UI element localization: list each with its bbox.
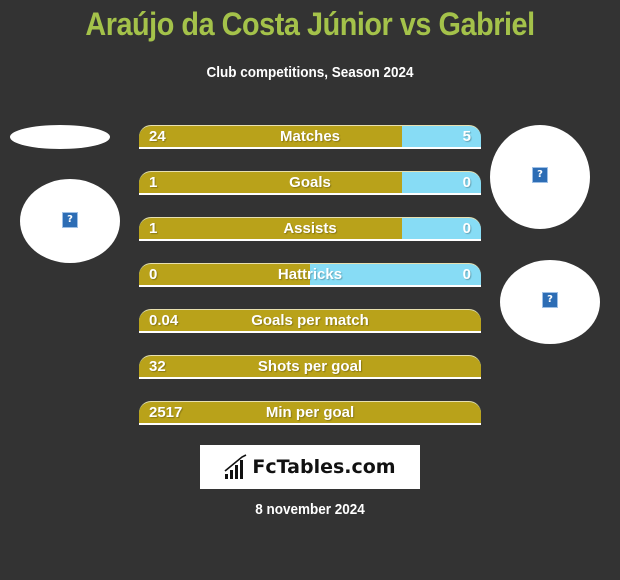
stat-label: Goals per match bbox=[251, 312, 369, 329]
report-date: 8 november 2024 bbox=[255, 501, 365, 518]
stat-row-shots-per-goal: Shots per goal 32 bbox=[139, 355, 481, 379]
stat-label: Matches bbox=[279, 128, 341, 145]
left-value: 1 bbox=[149, 174, 158, 191]
stat-row-hattricks: Hattricks 0 0 bbox=[139, 263, 481, 287]
bar-chart-icon bbox=[224, 454, 247, 479]
left-value: 24 bbox=[149, 128, 166, 145]
left-value: 0.04 bbox=[149, 312, 179, 329]
right-value: 0 bbox=[462, 220, 471, 237]
stat-row-goals-per-match: Goals per match 0.04 bbox=[139, 309, 481, 333]
right-value: 0 bbox=[462, 266, 471, 283]
broken-image-icon: ? bbox=[532, 167, 548, 183]
broken-image-icon: ? bbox=[62, 212, 78, 228]
left-value: 0 bbox=[149, 266, 158, 283]
stat-label: Goals bbox=[289, 174, 331, 191]
left-value: 32 bbox=[149, 358, 166, 375]
left-value: 2517 bbox=[149, 404, 183, 421]
stat-label: Shots per goal bbox=[257, 358, 363, 375]
stat-label: Hattricks bbox=[277, 266, 343, 283]
fctables-logo[interactable]: FcTables.com bbox=[200, 445, 420, 489]
right-value: 5 bbox=[462, 128, 471, 145]
stat-label: Assists bbox=[283, 220, 337, 237]
stat-row-matches: Matches 24 5 bbox=[139, 125, 481, 149]
stat-row-goals: Goals 1 0 bbox=[139, 171, 481, 195]
broken-image-icon: ? bbox=[542, 292, 558, 308]
stat-row-assists: Assists 1 0 bbox=[139, 217, 481, 241]
stat-label: Min per goal bbox=[265, 404, 355, 421]
left-player-avatar: ? bbox=[20, 179, 120, 263]
left-team-badge bbox=[10, 125, 110, 149]
page-subtitle: Club competitions, Season 2024 bbox=[206, 64, 414, 81]
stat-row-min-per-goal: Min per goal 2517 bbox=[139, 401, 481, 425]
right-player-avatar: ? bbox=[490, 125, 590, 229]
right-team-badge: ? bbox=[500, 260, 600, 344]
left-value: 1 bbox=[149, 220, 158, 237]
page-title: Araújo da Costa Júnior vs Gabriel bbox=[85, 6, 535, 42]
right-value: 0 bbox=[462, 174, 471, 191]
logo-text: FcTables.com bbox=[252, 456, 396, 478]
